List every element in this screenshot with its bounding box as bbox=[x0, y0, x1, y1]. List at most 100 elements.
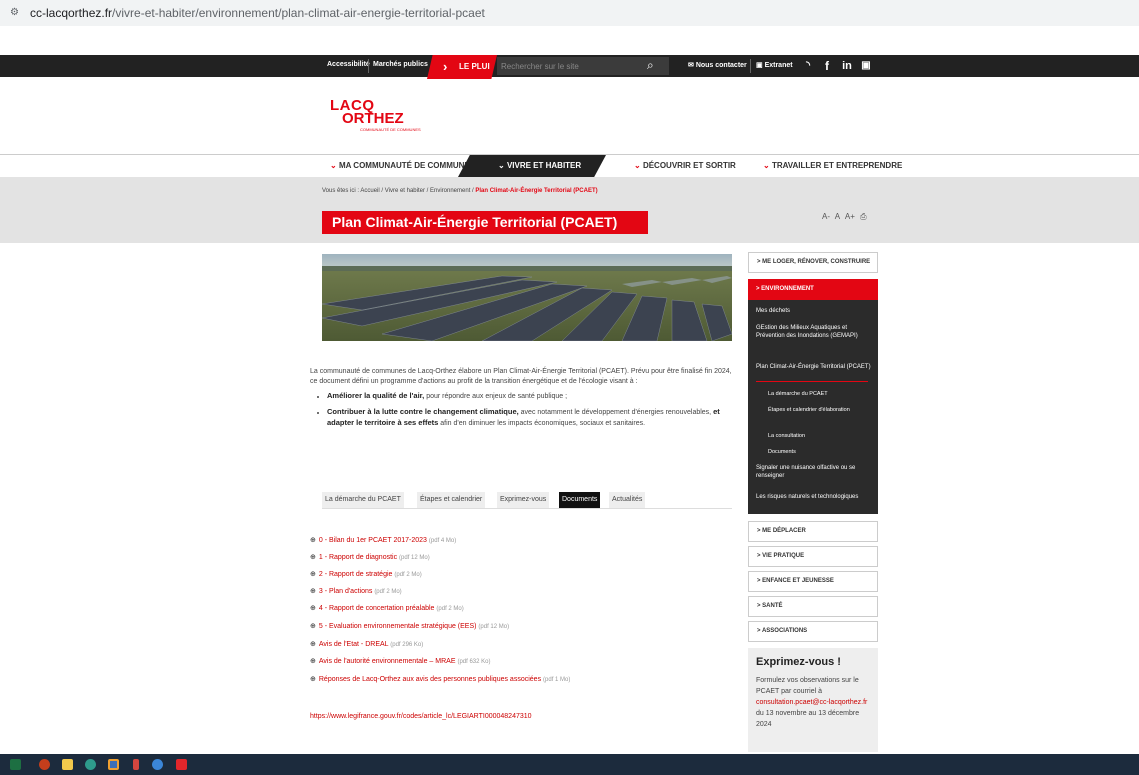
plus-circle-icon: ⊕ bbox=[310, 537, 316, 544]
tab-etapes[interactable]: Étapes et calendrier bbox=[417, 492, 486, 508]
sidebar-item-deplacer[interactable]: > ME DÉPLACER bbox=[748, 521, 878, 542]
chevron-down-icon: ⌄ bbox=[763, 161, 770, 170]
tab-demarche[interactable]: La démarche du PCAET bbox=[322, 492, 404, 508]
nav-item-communaute[interactable]: ⌄ MA COMMUNAUTÉ DE COMMUNES bbox=[330, 161, 475, 170]
app-icon[interactable] bbox=[85, 759, 96, 770]
list-item: Améliorer la qualité de l'air, pour répo… bbox=[327, 391, 736, 402]
acrobat-icon[interactable] bbox=[176, 759, 187, 770]
sidebar-link-nuisance[interactable]: Signaler une nuisance olfactive ou se re… bbox=[756, 464, 872, 480]
nav-item-label: MA COMMUNAUTÉ DE COMMUNES bbox=[338, 161, 476, 170]
search-input[interactable] bbox=[501, 59, 641, 73]
facebook-icon[interactable]: f bbox=[820, 57, 834, 75]
contact-link[interactable]: ✉ Nous contacter bbox=[688, 61, 747, 69]
app-pin-icon[interactable] bbox=[133, 759, 139, 770]
exprimez-box: Exprimez-vous ! Formulez vos observation… bbox=[748, 648, 878, 752]
nav-item-travailler[interactable]: ⌄ TRAVAILLER ET ENTREPRENDRE bbox=[763, 161, 902, 170]
breadcrumb-vivre[interactable]: Vivre et habiter bbox=[385, 188, 425, 194]
nav-item-vivre[interactable]: ⌄ VIVRE ET HABITER bbox=[458, 155, 606, 177]
sidebar-link-risques[interactable]: Les risques naturels et technologiques bbox=[756, 493, 872, 501]
sidebar-sublink-documents[interactable]: Documents bbox=[768, 448, 872, 456]
sidebar-item-associations[interactable]: > ASSOCIATIONS bbox=[748, 621, 878, 642]
extranet-link[interactable]: ▣ Extranet bbox=[756, 61, 793, 69]
le-plui-button[interactable]: › LE PLUI bbox=[427, 55, 497, 79]
sidebar-sublink-consultation[interactable]: La consultation bbox=[768, 432, 872, 440]
breadcrumb-environnement[interactable]: Environnement bbox=[430, 188, 470, 194]
search-box[interactable]: ⌕ bbox=[497, 57, 669, 75]
exprimez-title: Exprimez-vous ! bbox=[756, 656, 841, 668]
sidebar-item-environnement[interactable]: > ENVIRONNEMENT bbox=[748, 279, 878, 300]
legifrance-link[interactable]: https://www.legifrance.gouv.fr/codes/art… bbox=[310, 713, 532, 720]
chevron-down-icon: ⌄ bbox=[330, 161, 337, 170]
tab-exprimez[interactable]: Exprimez-vous bbox=[497, 492, 550, 508]
logo-tagline: COMMUNAUTÉ DE COMMUNES bbox=[360, 127, 421, 132]
sidebar-link-pcaet[interactable]: Plan Climat-Air-Énergie Territorial (PCA… bbox=[756, 363, 872, 371]
document-item[interactable]: ⊕ 4 - Rapport de concertation préalable (… bbox=[310, 604, 464, 612]
document-item[interactable]: ⊕ 5 - Evaluation environnementale stratég… bbox=[310, 622, 509, 630]
breadcrumb-current: Plan Climat-Air-Énergie Territorial (PCA… bbox=[475, 188, 598, 194]
document-size: (pdf 2 Mo) bbox=[394, 572, 422, 578]
sidebar-sublink-demarche[interactable]: La démarche du PCAET bbox=[768, 390, 872, 398]
sidebar-item-vie-pratique[interactable]: > VIE PRATIQUE bbox=[748, 546, 878, 567]
consultation-email-link[interactable]: consultation.pcaet@cc-lacqorthez.fr bbox=[756, 699, 867, 706]
print-icon[interactable]: ⎙ bbox=[860, 212, 866, 221]
document-size: (pdf 12 Mo) bbox=[399, 555, 430, 561]
browser-url-bar[interactable]: ⚙ cc-lacqorthez.fr/vivre-et-habiter/envi… bbox=[0, 0, 1139, 26]
nav-item-active: ⌄ VIVRE ET HABITER bbox=[498, 161, 581, 170]
font-increase-button[interactable]: A+ bbox=[845, 212, 855, 221]
public-procurement-link[interactable]: Marchés publics bbox=[373, 61, 428, 68]
font-size-controls: A- A A+ ⎙ bbox=[822, 212, 870, 222]
document-item[interactable]: ⊕ 1 - Rapport de diagnostic (pdf 12 Mo) bbox=[310, 553, 430, 561]
goals-list: Améliorer la qualité de l'air, pour répo… bbox=[310, 391, 736, 429]
sidebar-link-dechets[interactable]: Mes déchets bbox=[756, 307, 872, 315]
sidebar-submenu: Mes déchets GEstion des Milieux Aquatiqu… bbox=[748, 300, 878, 514]
tab-documents[interactable]: Documents bbox=[559, 492, 601, 508]
site-logo[interactable]: LACQ ORTHEZ COMMUNAUTÉ DE COMMUNES bbox=[330, 97, 421, 132]
document-item[interactable]: ⊕ Avis de l'Etat - DREAL (pdf 296 Ko) bbox=[310, 640, 423, 648]
sidebar-item-enfance[interactable]: > ENFANCE ET JEUNESSE bbox=[748, 571, 878, 592]
sidebar-item-loger[interactable]: > ME LOGER, RÉNOVER, CONSTRUIRE bbox=[748, 252, 878, 273]
font-reset-button[interactable]: A bbox=[835, 212, 840, 221]
breadcrumb: Vous êtes ici : Accueil / Vivre et habit… bbox=[322, 188, 598, 194]
linkedin-icon[interactable]: in bbox=[838, 57, 856, 75]
document-item[interactable]: ⊕ Avis de l'autorité environnementale – M… bbox=[310, 657, 490, 665]
breadcrumb-home[interactable]: Accueil bbox=[360, 188, 379, 194]
document-item[interactable]: ⊕ Réponses de Lacq-Orthez aux avis des pe… bbox=[310, 675, 570, 683]
sidebar-link-gemapi[interactable]: GEstion des Milieux Aquatiques et Préven… bbox=[756, 324, 872, 340]
document-item[interactable]: ⊕ 2 - Rapport de stratégie (pdf 2 Mo) bbox=[310, 570, 422, 578]
accessibility-link[interactable]: Accessibilité bbox=[327, 61, 370, 68]
tab-actualites[interactable]: Actualités bbox=[609, 492, 646, 508]
excel-icon[interactable] bbox=[10, 759, 21, 770]
document-link[interactable]: 4 - Rapport de concertation préalable bbox=[319, 605, 435, 612]
bullet2-end: afin d'en diminuer les impacts économiqu… bbox=[438, 420, 646, 427]
search-icon[interactable]: ⌕ bbox=[647, 58, 654, 73]
document-link[interactable]: 5 - Evaluation environnementale stratégi… bbox=[319, 623, 477, 630]
document-link[interactable]: Réponses de Lacq-Orthez aux avis des per… bbox=[319, 676, 541, 683]
chevron-right-icon: › bbox=[443, 59, 448, 74]
solar-field-illustration bbox=[322, 254, 732, 341]
site-info-icon[interactable]: ⚙ bbox=[10, 7, 22, 19]
exprimez-text: Formulez vos observations sur le PCAET p… bbox=[756, 675, 870, 730]
exprimez-text-end: du 13 novembre au 13 décembre 2024 bbox=[756, 710, 860, 728]
document-link[interactable]: 2 - Rapport de stratégie bbox=[319, 571, 393, 578]
document-link[interactable]: 1 - Rapport de diagnostic bbox=[319, 554, 397, 561]
nav-item-label: VIVRE ET HABITER bbox=[506, 161, 582, 170]
chrome-icon[interactable] bbox=[108, 759, 119, 770]
nav-item-decouvrir[interactable]: ⌄ DÉCOUVRIR ET SORTIR bbox=[634, 161, 736, 170]
document-size: (pdf 1 Mo) bbox=[543, 677, 571, 683]
font-decrease-button[interactable]: A- bbox=[822, 212, 830, 221]
file-explorer-icon[interactable] bbox=[62, 759, 73, 770]
edge-icon[interactable] bbox=[152, 759, 163, 770]
document-link[interactable]: Avis de l'autorité environnementale – MR… bbox=[319, 658, 456, 665]
document-link[interactable]: Avis de l'Etat - DREAL bbox=[319, 641, 388, 648]
document-item[interactable]: ⊕ 0 - Bilan du 1er PCAET 2017-2023 (pdf 4… bbox=[310, 536, 456, 544]
document-item[interactable]: ⊕ 3 - Plan d'actions (pdf 2 Mo) bbox=[310, 587, 402, 595]
document-link[interactable]: 0 - Bilan du 1er PCAET 2017-2023 bbox=[319, 537, 427, 544]
office-icon[interactable] bbox=[39, 759, 50, 770]
sidebar-item-sante[interactable]: > SANTÉ bbox=[748, 596, 878, 617]
bullet2-bold: Contribuer à la lutte contre le changeme… bbox=[327, 407, 519, 416]
document-link[interactable]: 3 - Plan d'actions bbox=[319, 588, 372, 595]
sidebar-sublink-etapes[interactable]: Étapes et calendrier d'élaboration bbox=[768, 406, 872, 414]
url-text[interactable]: cc-lacqorthez.fr/vivre-et-habiter/enviro… bbox=[30, 6, 485, 20]
youtube-icon[interactable]: ▣ bbox=[858, 57, 874, 75]
rss-icon[interactable]: ◝ bbox=[800, 57, 816, 75]
